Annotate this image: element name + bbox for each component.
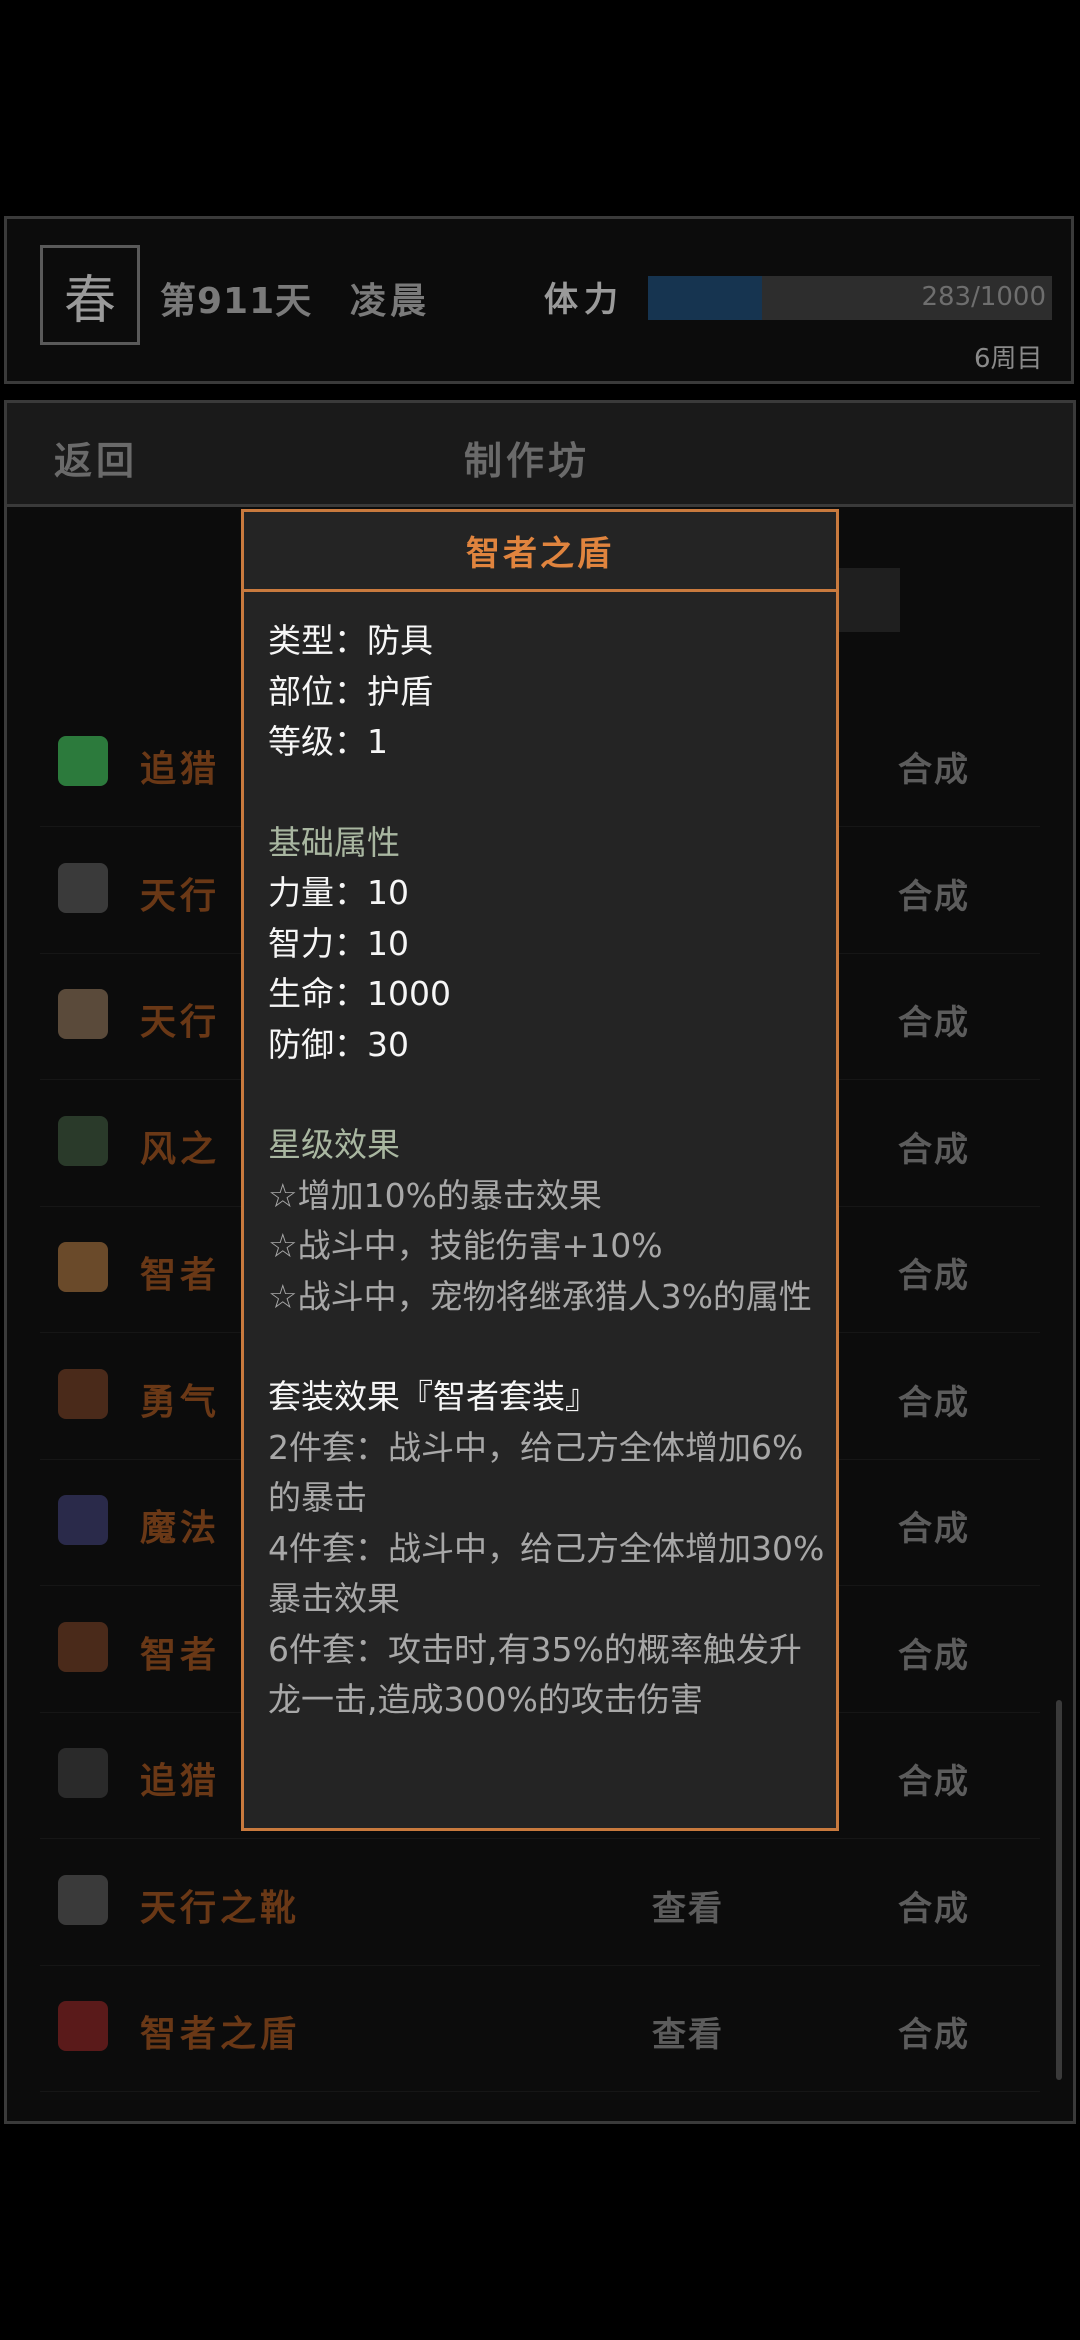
attr-strength: 力量：10 — [268, 873, 409, 912]
boots-icon — [58, 1748, 108, 1798]
red-shield-icon — [58, 2001, 108, 2051]
star-effect-2: ☆战斗中，技能伤害+10% — [268, 1226, 663, 1265]
base-attr-header: 基础属性 — [268, 822, 400, 862]
scrollbar[interactable] — [1056, 1700, 1062, 2080]
stamina-bar-fill — [648, 276, 763, 320]
amulet-icon — [58, 1495, 108, 1545]
tooltip-title: 智者之盾 — [244, 512, 836, 592]
glove-icon — [58, 1242, 108, 1292]
set-effect-header: 套装效果『智者套装』 — [268, 1377, 598, 1416]
set-effect-2: 2件套：战斗中，给己方全体增加6%的暴击 — [268, 1427, 804, 1518]
claw-icon — [58, 1621, 108, 1672]
attr-intelligence: 智力：10 — [268, 923, 409, 963]
item-name: 勇气 — [140, 1381, 221, 1423]
attr-hp: 生命：1000 — [268, 974, 451, 1013]
cycle-counter: 6周目 — [974, 344, 1043, 374]
item-name: 天行之靴 — [140, 1887, 301, 1929]
item-name: 智者 — [140, 1255, 221, 1296]
craft-button[interactable]: 合成 — [898, 1881, 970, 1930]
star-effect-1: ☆增加10%的暴击效果 — [268, 1175, 602, 1215]
winged-boots-icon — [58, 1874, 108, 1925]
craft-button[interactable]: 合成 — [898, 1754, 970, 1803]
time-of-day: 凌晨 — [350, 281, 431, 322]
season-badge: 春 — [40, 245, 140, 345]
green-armor-icon — [58, 736, 108, 786]
item-name: 智者之盾 — [140, 2014, 301, 2055]
set-effect-6: 6件套：攻击时,有35%的概率触发升龙一击,造成300%的攻击伤害 — [268, 1629, 802, 1720]
item-level: 等级：1 — [268, 722, 388, 761]
item-slot: 部位：护盾 — [268, 671, 433, 711]
round-shield-icon — [58, 989, 108, 1039]
item-name: 智者 — [140, 1634, 221, 1676]
tooltip-body: 类型：防具 部位：护盾 等级：1 基础属性 力量：10 智力：10 生命：100… — [268, 616, 828, 1726]
craft-button[interactable]: 合成 — [898, 995, 970, 1044]
view-button[interactable]: 查看 — [652, 1881, 724, 1930]
set-effect-4: 4件套：战斗中，给己方全体增加30%暴击效果 — [268, 1528, 825, 1619]
item-name: 追猎 — [140, 1761, 221, 1802]
item-name: 魔法 — [140, 1508, 221, 1549]
back-button[interactable]: 返回 — [54, 430, 138, 485]
stamina-value: 283/1000 — [921, 282, 1046, 312]
craft-button[interactable]: 合成 — [898, 1628, 970, 1677]
craft-button[interactable]: 合成 — [898, 1122, 970, 1171]
thorn-icon — [58, 1368, 108, 1419]
star-effect-header: 星级效果 — [268, 1125, 400, 1164]
craft-button[interactable]: 合成 — [898, 869, 970, 918]
craft-button[interactable]: 合成 — [898, 742, 970, 791]
item-type: 类型：防具 — [268, 621, 433, 660]
day-counter: 第911天 — [160, 281, 313, 322]
item-name: 追猎 — [140, 749, 221, 790]
craft-button[interactable]: 合成 — [898, 2007, 970, 2056]
necklace-icon — [58, 1115, 108, 1166]
stamina-label: 体力 — [544, 280, 624, 320]
craft-button[interactable]: 合成 — [898, 1375, 970, 1424]
item-name: 天行 — [140, 1002, 221, 1043]
craft-button[interactable]: 合成 — [898, 1501, 970, 1550]
list-item[interactable]: 天行之靴 查看 合成 — [40, 1839, 1040, 1966]
dark-helmet-icon — [58, 862, 108, 913]
item-tooltip: 智者之盾 类型：防具 部位：护盾 等级：1 基础属性 力量：10 智力：10 生… — [241, 509, 839, 1831]
star-effect-3: ☆战斗中，宠物将继承猎人3%的属性 — [268, 1276, 812, 1316]
item-name: 天行 — [140, 875, 221, 917]
page-title: 制作坊 — [464, 439, 591, 483]
view-button[interactable]: 查看 — [652, 2007, 724, 2056]
attr-defense: 防御：30 — [268, 1024, 409, 1064]
craft-button[interactable]: 合成 — [898, 1248, 970, 1297]
stamina-bar: 283/1000 — [648, 276, 1052, 320]
item-name: 风之 — [140, 1128, 221, 1170]
list-item[interactable]: 智者之盾 查看 合成 — [40, 1965, 1040, 2092]
